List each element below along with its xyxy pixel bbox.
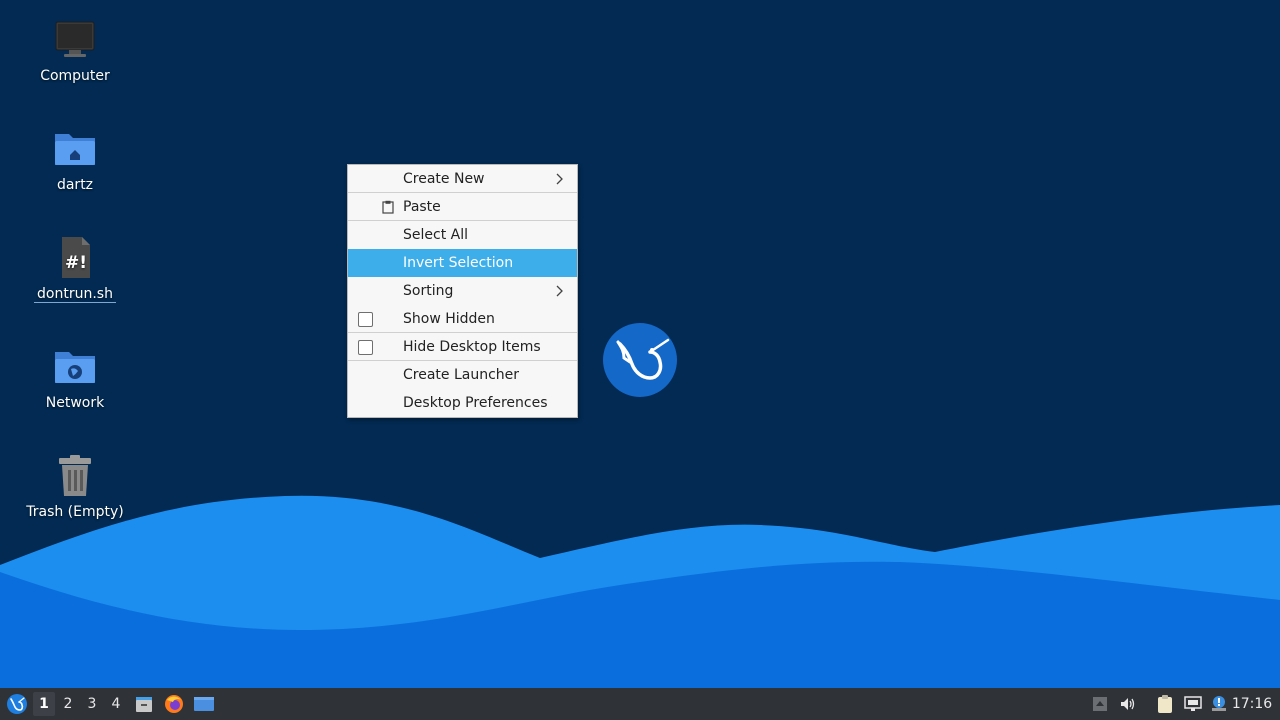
menu-item-create-launcher[interactable]: Create Launcher [348,361,577,389]
home-folder-icon [55,134,95,165]
desktop[interactable]: Computer dartz #! dontrun.sh Network Tra… [0,0,1280,688]
menu-item-label: Create Launcher [403,367,520,383]
clipboard-tray-button[interactable] [1154,688,1176,720]
menu-item-show-hidden[interactable]: Show Hidden [348,305,577,333]
volume-button[interactable] [1117,688,1139,720]
desktop-icon-script[interactable]: #! dontrun.sh [15,234,135,303]
clock[interactable]: 17:16 [1230,688,1274,720]
clipboard-icon [382,200,394,214]
file-manager-icon [136,697,152,712]
menu-item-invert-selection[interactable]: Invert Selection [348,249,577,277]
file-manager-launcher[interactable] [132,688,156,720]
hide-desktop-items-checkbox[interactable] [358,340,373,355]
workspace-1-button[interactable]: 1 [33,692,55,716]
distro-logo-icon [603,323,677,397]
menu-item-label: Invert Selection [403,255,514,271]
menu-item-label: Show Hidden [403,310,495,327]
menu-item-sorting[interactable]: Sorting [348,277,577,305]
desktop-icon-label: dontrun.sh [34,286,116,303]
update-notifier-button[interactable] [1208,688,1230,720]
chevron-right-icon [556,285,563,297]
tray-expand-button[interactable] [1090,688,1110,720]
start-menu-button[interactable] [4,688,30,720]
trash-icon [59,455,91,496]
desktop-icon-label: Trash (Empty) [26,504,124,520]
desktop-icon-label: Computer [40,68,110,84]
menu-item-select-all[interactable]: Select All [348,221,577,249]
menu-item-hide-desktop-items[interactable]: Hide Desktop Items [348,333,577,361]
menu-item-paste[interactable]: Paste [348,193,577,221]
desktop-context-menu: Create New Paste Select All Invert Selec… [347,164,578,418]
volume-icon [1121,698,1135,710]
menu-item-label: Desktop Preferences [403,395,548,411]
menu-item-label: Sorting [403,283,454,299]
show-hidden-checkbox[interactable] [358,312,373,327]
workspace-2-button[interactable]: 2 [57,692,79,716]
network-folder-icon [55,352,95,383]
desktop-icon-trash[interactable]: Trash (Empty) [15,452,135,520]
chevron-right-icon [556,173,563,185]
desktop-icon-computer[interactable]: Computer [15,16,135,84]
workspace-3-button[interactable]: 3 [81,692,103,716]
menu-item-label: Paste [403,198,441,215]
menu-item-create-new[interactable]: Create New [348,165,577,193]
desktop-icon-home[interactable]: dartz [15,125,135,193]
workspace-4-button[interactable]: 4 [105,692,127,716]
desktop-icon-network[interactable]: Network [15,343,135,411]
firefox-launcher[interactable] [162,688,186,720]
show-desktop-button[interactable] [192,688,216,720]
clipboard-tray-icon [1158,695,1172,713]
tray-arrow-icon [1093,697,1107,711]
network-tray-button[interactable] [1182,688,1204,720]
desktop-icon-label: Network [45,395,105,411]
firefox-icon [165,695,183,713]
desktop-icon-label: dartz [56,177,94,193]
monitor-icon [55,21,95,57]
desktop-icon [194,697,214,711]
distro-logo-icon [7,694,27,714]
taskbar: 1 2 3 4 17:16 [0,688,1280,720]
svg-text:#!: #! [65,253,87,273]
script-file-icon: #! [62,237,90,278]
menu-item-label: Select All [403,227,468,243]
menu-item-label: Hide Desktop Items [403,338,541,355]
menu-item-desktop-preferences[interactable]: Desktop Preferences [348,389,577,417]
update-notifier-icon [1212,696,1226,711]
network-tray-icon [1184,696,1202,711]
menu-item-label: Create New [403,170,485,187]
